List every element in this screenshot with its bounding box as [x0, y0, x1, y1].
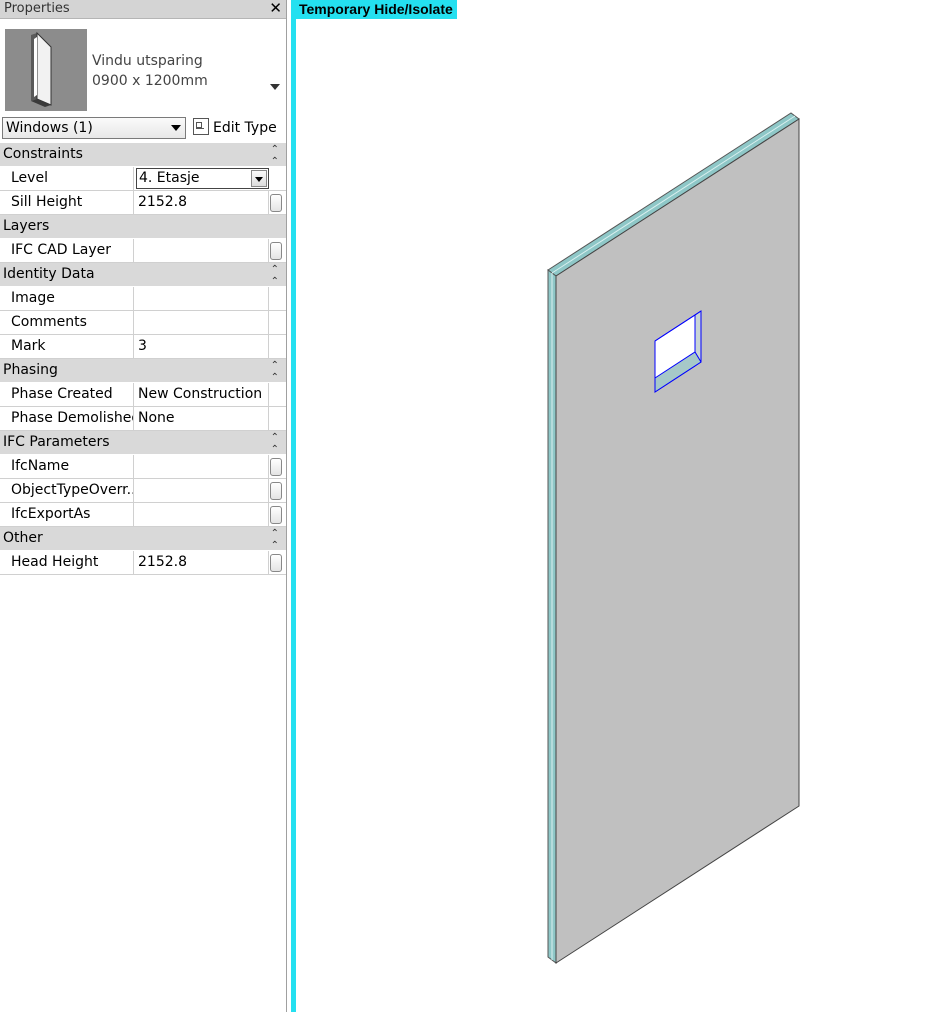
param-row-ifcname: IfcName [0, 455, 286, 479]
collapse-icon[interactable]: ⌃ ⌃ [271, 144, 279, 168]
divider [268, 479, 269, 502]
collapse-icon[interactable]: ⌃ ⌃ [271, 432, 279, 456]
window-preview-icon [31, 31, 52, 107]
divider [268, 287, 269, 310]
param-name: Comments [0, 311, 134, 334]
param-row-objecttype: ObjectTypeOverr... [0, 479, 286, 503]
group-other[interactable]: Other ⌃ ⌃ [0, 527, 286, 551]
type-selector[interactable]: Vindu utsparing 0900 x 1200mm [0, 19, 286, 114]
param-row-level: Level 4. Etasje [0, 167, 286, 191]
properties-grid: Constraints ⌃ ⌃ Level 4. Etasje Sill Heig… [0, 143, 286, 575]
associate-parameter-button[interactable] [270, 506, 282, 524]
associate-parameter-button[interactable] [270, 458, 282, 476]
param-name: Image [0, 287, 134, 310]
param-name: Sill Height [0, 191, 134, 214]
group-label: Phasing [3, 362, 58, 378]
edit-type-button[interactable]: Edit Type [193, 117, 277, 139]
divider [268, 239, 269, 262]
associate-parameter-button[interactable] [270, 242, 282, 260]
window-type-thumbnail [5, 29, 87, 111]
category-filter-value: Windows (1) [6, 120, 93, 136]
close-icon[interactable]: ✕ [269, 0, 282, 17]
objecttype-field[interactable] [135, 479, 268, 502]
group-layers[interactable]: Layers [0, 215, 286, 239]
level-dropdown[interactable]: 4. Etasje [136, 168, 269, 189]
category-filter-dropdown[interactable]: Windows (1) [2, 117, 186, 139]
group-label: Constraints [3, 146, 83, 162]
divider [268, 383, 269, 406]
group-label: Layers [3, 218, 50, 234]
type-family-name: Vindu utsparing [92, 53, 203, 69]
ifcname-field[interactable] [135, 455, 268, 478]
divider [268, 311, 269, 334]
divider [268, 407, 269, 430]
param-name: IfcExportAs [0, 503, 134, 526]
chevron-down-icon [171, 125, 181, 131]
param-row-sill-height: Sill Height 2152.8 [0, 191, 286, 215]
palette-title: Properties [4, 1, 70, 16]
param-name: Phase Created [0, 383, 134, 406]
group-constraints[interactable]: Constraints ⌃ ⌃ [0, 143, 286, 167]
group-label: IFC Parameters [3, 434, 110, 450]
param-row-ifc-cad-layer: IFC CAD Layer [0, 239, 286, 263]
head-height-field[interactable]: 2152.8 [135, 551, 268, 574]
param-row-image: Image [0, 287, 286, 311]
param-name: Mark [0, 335, 134, 358]
group-phasing[interactable]: Phasing ⌃ ⌃ [0, 359, 286, 383]
param-row-head-height: Head Height 2152.8 [0, 551, 286, 575]
group-label: Other [3, 530, 43, 546]
divider [268, 551, 269, 574]
type-name: Vindu utsparing 0900 x 1200mm [92, 51, 208, 91]
divider [268, 191, 269, 214]
edit-type-icon [193, 118, 209, 135]
properties-palette: Properties ✕ Vindu utsparing 0900 x 1200… [0, 0, 287, 1012]
divider [268, 455, 269, 478]
type-dropdown-arrow-icon[interactable] [270, 84, 280, 90]
param-name: Level [0, 167, 134, 190]
comments-field[interactable] [135, 311, 268, 334]
chevron-down-icon[interactable] [251, 170, 267, 187]
param-name: ObjectTypeOverr... [0, 479, 134, 502]
divider [268, 335, 269, 358]
param-name: IFC CAD Layer [0, 239, 134, 262]
collapse-icon[interactable]: ⌃ ⌃ [271, 528, 279, 552]
param-row-phase-created: Phase Created New Construction [0, 383, 286, 407]
type-size-name: 0900 x 1200mm [92, 73, 208, 89]
ifcexportas-field[interactable] [135, 503, 268, 526]
param-row-comments: Comments [0, 311, 286, 335]
filter-row: Windows (1) Edit Type [0, 115, 286, 143]
associate-parameter-button[interactable] [270, 194, 282, 212]
param-name: Head Height [0, 551, 134, 574]
collapse-icon[interactable]: ⌃ ⌃ [271, 264, 279, 288]
param-row-phase-demolished: Phase Demolished None [0, 407, 286, 431]
sill-height-field[interactable]: 2152.8 [135, 191, 268, 214]
3d-view-canvas[interactable] [296, 0, 934, 1012]
phase-created-field[interactable]: New Construction [135, 383, 268, 406]
image-field[interactable] [135, 287, 268, 310]
mark-field[interactable]: 3 [135, 335, 268, 358]
level-value: 4. Etasje [139, 170, 200, 186]
edit-type-label: Edit Type [213, 120, 277, 136]
param-name: IfcName [0, 455, 134, 478]
param-row-mark: Mark 3 [0, 335, 286, 359]
param-name: Phase Demolished [0, 407, 134, 430]
associate-parameter-button[interactable] [270, 482, 282, 500]
group-label: Identity Data [3, 266, 95, 282]
divider [268, 503, 269, 526]
group-ifc-parameters[interactable]: IFC Parameters ⌃ ⌃ [0, 431, 286, 455]
associate-parameter-button[interactable] [270, 554, 282, 572]
param-row-ifcexportas: IfcExportAs [0, 503, 286, 527]
phase-demolished-field[interactable]: None [135, 407, 268, 430]
group-identity-data[interactable]: Identity Data ⌃ ⌃ [0, 263, 286, 287]
ifc-cad-layer-field[interactable] [135, 239, 268, 262]
palette-titlebar[interactable]: Properties ✕ [0, 0, 286, 19]
collapse-icon[interactable]: ⌃ ⌃ [271, 360, 279, 384]
